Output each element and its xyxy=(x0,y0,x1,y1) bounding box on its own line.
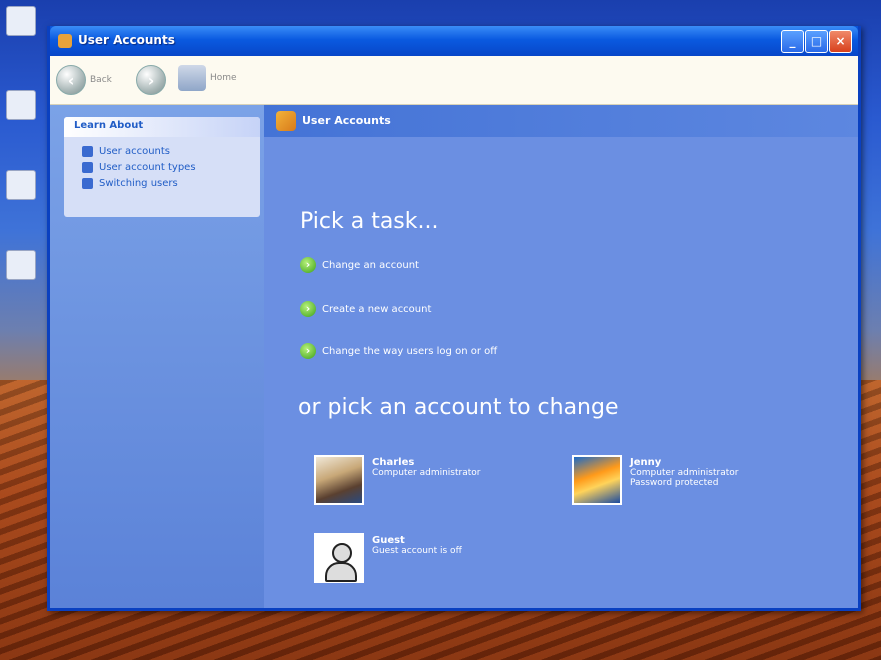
account-guest[interactable]: Guest Guest account is off xyxy=(314,533,462,583)
sidebar-item-label: User accounts xyxy=(99,145,171,157)
desktop-icon-4[interactable] xyxy=(6,250,40,284)
account-type: Computer administrator xyxy=(630,468,739,478)
window-title: User Accounts xyxy=(78,33,175,47)
desktop-icon-3[interactable] xyxy=(6,170,40,204)
task-change-account[interactable]: › Change an account xyxy=(300,257,419,273)
task-create-account[interactable]: › Create a new account xyxy=(300,301,431,317)
main-content: User Accounts Pick a task... › Change an… xyxy=(264,105,858,608)
forward-button[interactable]: › xyxy=(136,65,170,95)
arrow-icon: › xyxy=(300,301,316,317)
desktop-icon-recycle[interactable] xyxy=(6,6,40,40)
help-icon xyxy=(82,177,93,189)
desktop-icon-2[interactable] xyxy=(6,90,40,124)
panel-title[interactable]: Learn About xyxy=(64,117,260,137)
user-accounts-app-icon xyxy=(58,34,72,48)
content-header-title: User Accounts xyxy=(302,114,391,127)
pick-task-heading: Pick a task... xyxy=(300,209,439,234)
home-label: Home xyxy=(210,73,237,83)
dog-avatar-icon xyxy=(314,455,364,505)
fish-avatar-icon xyxy=(572,455,622,505)
account-password-note: Password protected xyxy=(630,478,719,488)
account-type: Computer administrator xyxy=(372,468,481,478)
task-label: Create a new account xyxy=(322,303,432,315)
account-name: Guest xyxy=(372,535,405,546)
sidebar-item-switching-users[interactable]: Switching users xyxy=(64,175,260,191)
account-jenny[interactable]: Jenny Computer administrator Password pr… xyxy=(572,455,738,505)
sidebar-item-user-accounts[interactable]: User accounts xyxy=(64,143,260,159)
help-icon xyxy=(82,161,93,173)
task-label: Change an account xyxy=(322,259,419,271)
home-icon xyxy=(178,65,206,91)
account-name: Jenny xyxy=(630,457,662,468)
forward-arrow-icon: › xyxy=(136,65,166,95)
learn-about-panel: Learn About User accounts User account t… xyxy=(64,117,260,217)
arrow-icon: › xyxy=(300,257,316,273)
maximize-button[interactable]: □ xyxy=(805,30,828,53)
help-icon xyxy=(82,145,93,157)
sidebar-item-user-account-types[interactable]: User account types xyxy=(64,159,260,175)
arrow-icon: › xyxy=(300,343,316,359)
close-button[interactable]: × xyxy=(829,30,852,53)
user-accounts-window: User Accounts _ □ × ‹ Back › Home Learn … xyxy=(47,26,861,611)
home-button[interactable]: Home xyxy=(178,65,237,91)
content-header: User Accounts xyxy=(264,105,858,137)
task-change-logon[interactable]: › Change the way users log on or off xyxy=(300,343,497,359)
toolbar: ‹ Back › Home xyxy=(50,56,858,105)
sidebar: Learn About User accounts User account t… xyxy=(50,105,264,608)
guest-avatar-icon xyxy=(314,533,364,583)
minimize-button[interactable]: _ xyxy=(781,30,804,53)
account-name: Charles xyxy=(372,457,415,468)
sidebar-item-label: Switching users xyxy=(99,177,178,189)
task-label: Change the way users log on or off xyxy=(322,345,498,357)
account-type: Guest account is off xyxy=(372,546,462,556)
pick-account-heading: or pick an account to change xyxy=(298,395,619,420)
user-accounts-icon xyxy=(276,111,296,131)
back-button[interactable]: ‹ Back xyxy=(56,65,112,95)
sidebar-item-label: User account types xyxy=(99,161,196,173)
title-bar[interactable]: User Accounts _ □ × xyxy=(50,26,858,56)
back-label: Back xyxy=(90,75,112,85)
account-charles[interactable]: Charles Computer administrator xyxy=(314,455,480,505)
back-arrow-icon: ‹ xyxy=(56,65,86,95)
